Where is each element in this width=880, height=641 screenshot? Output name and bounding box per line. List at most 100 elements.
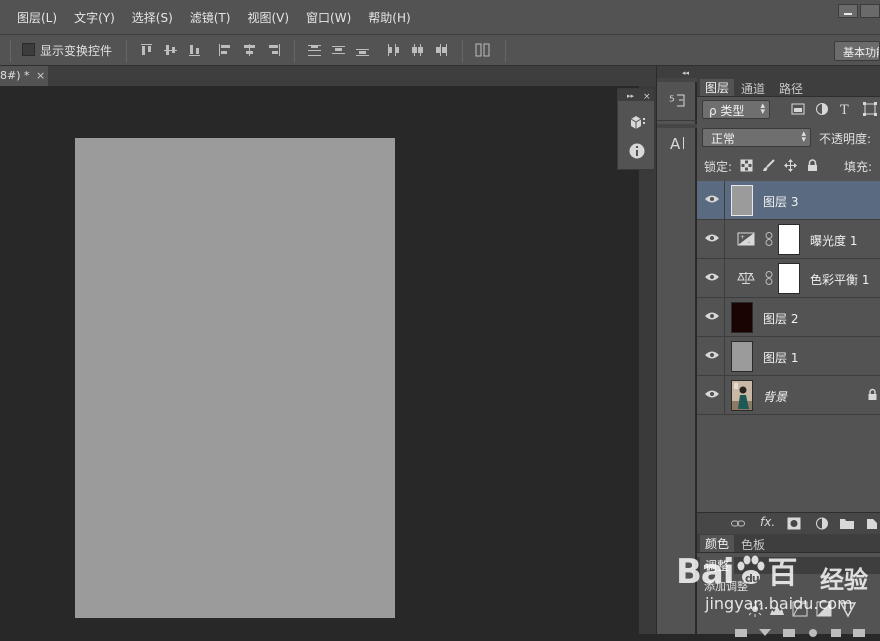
3d-cube-icon[interactable] bbox=[628, 115, 646, 131]
lock-brush-icon[interactable] bbox=[762, 159, 775, 172]
restore-button[interactable] bbox=[860, 4, 880, 18]
lock-move-icon[interactable] bbox=[784, 159, 797, 172]
layer-filter-value: ρ 类型 bbox=[709, 104, 745, 118]
tab-paths[interactable]: 路径 bbox=[779, 80, 803, 97]
add-mask-icon[interactable] bbox=[787, 517, 801, 530]
lock-all-icon[interactable] bbox=[806, 159, 819, 172]
document-tab[interactable]: 8#) * × bbox=[0, 66, 48, 86]
photo-thumbnail bbox=[731, 380, 753, 411]
distribute-top-icon[interactable] bbox=[307, 43, 322, 57]
svg-text:-: - bbox=[748, 239, 750, 246]
svg-text:A: A bbox=[670, 135, 681, 152]
layer-row[interactable]: + - 曝光度 1 bbox=[697, 220, 880, 259]
menu-type[interactable]: 文字(Y) bbox=[74, 9, 115, 26]
align-bottom-icon[interactable] bbox=[187, 43, 202, 57]
distribute-right-icon[interactable] bbox=[434, 43, 449, 57]
divider bbox=[724, 376, 725, 415]
svg-text:◂◂: ◂◂ bbox=[682, 69, 690, 77]
menu-window[interactable]: 窗口(W) bbox=[306, 9, 351, 26]
filter-pixel-icon[interactable] bbox=[791, 102, 805, 116]
menu-select[interactable]: 选择(S) bbox=[132, 9, 173, 26]
distribute-left-icon[interactable] bbox=[386, 43, 401, 57]
updown-arrow-icon: ▴ ▾ bbox=[801, 129, 806, 145]
baidu-logo: Bai du 百 bbox=[676, 548, 798, 592]
updown-arrow-icon: ▴ ▾ bbox=[760, 101, 765, 117]
eye-icon[interactable] bbox=[705, 389, 719, 399]
svg-text:⁵: ⁵ bbox=[669, 94, 675, 110]
align-hcenter-icon[interactable] bbox=[242, 43, 257, 57]
blend-mode-value: 正常 bbox=[711, 132, 736, 146]
layer-row[interactable]: 图层 1 bbox=[697, 337, 880, 376]
lock-label: 锁定: bbox=[704, 160, 733, 174]
tab-channels[interactable]: 通道 bbox=[741, 80, 765, 97]
link-chain-icon[interactable] bbox=[765, 271, 773, 285]
filter-type-icon[interactable]: T bbox=[839, 102, 853, 118]
svg-text:du: du bbox=[745, 572, 759, 585]
lock-transparent-icon[interactable] bbox=[740, 159, 753, 172]
info-icon[interactable] bbox=[629, 143, 645, 159]
filter-adjustment-icon[interactable] bbox=[815, 102, 829, 116]
tab-layers[interactable]: 图层 bbox=[700, 79, 735, 96]
distribute-vcenter-icon[interactable] bbox=[331, 43, 346, 57]
menu-bar: 图层(L) 文字(Y) 选择(S) 滤镜(T) 视图(V) 窗口(W) 帮助(H… bbox=[0, 0, 880, 34]
new-group-icon[interactable] bbox=[840, 517, 854, 530]
mini-panel-header: ▸▸ × bbox=[618, 89, 654, 102]
show-transform-checkbox[interactable] bbox=[22, 43, 35, 56]
watermark-text: 经验 bbox=[820, 566, 868, 594]
character-icon[interactable]: A bbox=[669, 134, 687, 153]
layer-mask-thumbnail bbox=[778, 263, 800, 294]
layer-name: 色彩平衡 1 bbox=[810, 273, 870, 287]
link-chain-icon[interactable] bbox=[765, 232, 773, 246]
document-canvas[interactable] bbox=[75, 138, 395, 618]
align-left-icon[interactable] bbox=[218, 43, 233, 57]
distribute-hcenter-icon[interactable] bbox=[410, 43, 425, 57]
eye-icon[interactable] bbox=[705, 233, 719, 243]
eye-icon[interactable] bbox=[705, 311, 719, 321]
fx-icon[interactable]: fx. bbox=[760, 515, 775, 529]
document-tab-label: 8#) * bbox=[0, 69, 30, 82]
minimize-button[interactable] bbox=[838, 4, 858, 18]
watermark-url: jingyan.baidu.com bbox=[705, 594, 853, 613]
layer-row[interactable]: 图层 3 bbox=[697, 181, 880, 220]
layer-name: 图层 3 bbox=[763, 195, 799, 209]
layer-name: 图层 2 bbox=[763, 312, 799, 326]
layer-name: 曝光度 1 bbox=[810, 234, 858, 248]
align-vcenter-icon[interactable] bbox=[163, 43, 178, 57]
layer-name: 背景 bbox=[763, 390, 788, 404]
filter-shape-icon[interactable] bbox=[863, 102, 877, 116]
divider bbox=[10, 40, 11, 62]
layer-name: 图层 1 bbox=[763, 351, 799, 365]
baidu-logo-tail: 百 bbox=[767, 556, 798, 591]
auto-align-icon[interactable] bbox=[475, 43, 490, 57]
menu-filter[interactable]: 滤镜(T) bbox=[190, 9, 231, 26]
eye-icon[interactable] bbox=[705, 272, 719, 282]
layer-row[interactable]: 色彩平衡 1 bbox=[697, 259, 880, 298]
divider bbox=[724, 298, 725, 337]
layer-row[interactable]: 图层 2 bbox=[697, 298, 880, 337]
new-layer-icon[interactable] bbox=[865, 517, 879, 530]
layer-filter-select[interactable]: ρ 类型 ▴ ▾ bbox=[702, 100, 770, 119]
eye-icon[interactable] bbox=[705, 194, 719, 204]
layer-thumbnail bbox=[731, 302, 753, 333]
link-layers-icon[interactable] bbox=[731, 517, 745, 530]
divider bbox=[724, 337, 725, 376]
menu-view[interactable]: 视图(V) bbox=[247, 9, 289, 26]
divider bbox=[462, 40, 463, 62]
menu-help[interactable]: 帮助(H) bbox=[368, 9, 410, 26]
document-tab-bar bbox=[0, 66, 656, 86]
align-top-icon[interactable] bbox=[139, 43, 154, 57]
layer-list-empty-area bbox=[697, 415, 880, 515]
svg-text:▸▸: ▸▸ bbox=[627, 92, 635, 100]
blend-mode-select[interactable]: 正常 ▴ ▾ bbox=[702, 128, 811, 147]
eye-icon[interactable] bbox=[705, 350, 719, 360]
divider bbox=[724, 220, 725, 259]
close-icon[interactable]: × bbox=[36, 69, 45, 82]
new-adjustment-icon[interactable] bbox=[815, 517, 829, 530]
distribute-bottom-icon[interactable] bbox=[355, 43, 370, 57]
menu-layer[interactable]: 图层(L) bbox=[17, 9, 57, 26]
align-right-icon[interactable] bbox=[266, 43, 281, 57]
layer-row[interactable]: 背景 bbox=[697, 376, 880, 415]
workspace-button[interactable]: 基本功能 bbox=[834, 41, 880, 61]
history-icon[interactable]: ⁵ bbox=[669, 92, 687, 110]
divider bbox=[294, 40, 295, 62]
